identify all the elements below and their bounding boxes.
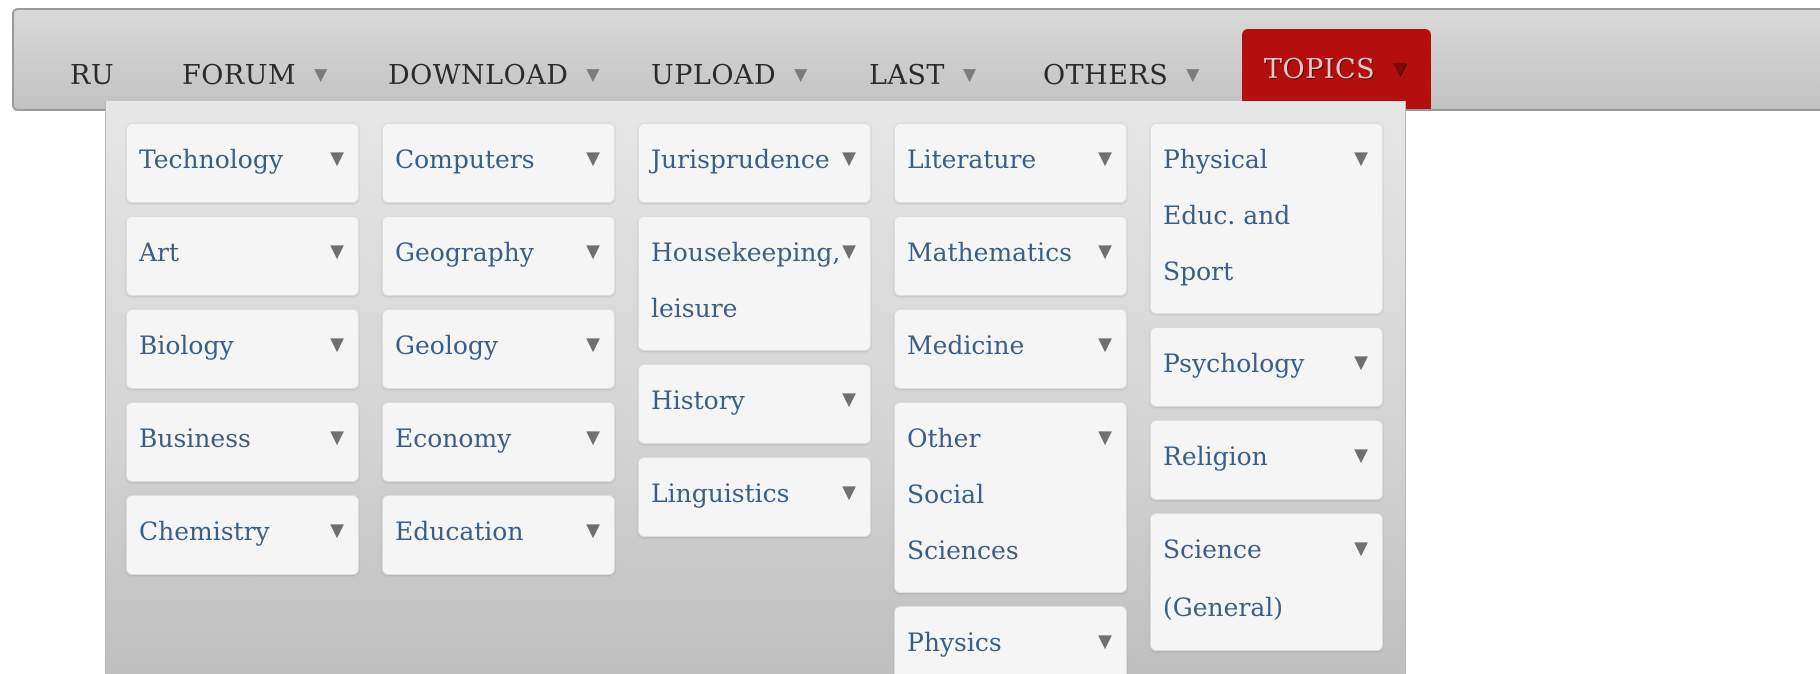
topic-item-label: Religion <box>1163 442 1268 471</box>
topic-item-history[interactable]: History ▼ <box>638 364 871 444</box>
chevron-down-icon: ▼ <box>330 520 344 541</box>
chevron-down-icon: ▼ <box>586 520 600 541</box>
nav-item-others[interactable]: OTHERS ▼ <box>1043 41 1200 109</box>
top-navigation-bar: RU FORUM ▼ DOWNLOAD ▼ UPLOAD ▼ LAST ▼ OT… <box>12 8 1820 111</box>
chevron-down-icon: ▼ <box>842 148 856 169</box>
topic-item-label: Jurisprudence <box>651 145 830 174</box>
chevron-down-icon: ▼ <box>586 334 600 355</box>
chevron-down-icon: ▼ <box>314 65 328 85</box>
topic-item-science-general[interactable]: Science (General) ▼ <box>1150 513 1383 651</box>
topic-item-label: Education <box>395 517 524 546</box>
topic-item-computers[interactable]: Computers ▼ <box>382 123 615 203</box>
topic-item-education[interactable]: Education ▼ <box>382 495 615 575</box>
topics-column-1: Technology ▼ Art ▼ Biology ▼ Business ▼ Chemistr… <box>126 123 359 575</box>
topic-item-psychology[interactable]: Psychology ▼ <box>1150 327 1383 407</box>
topic-item-art[interactable]: Art ▼ <box>126 216 359 296</box>
nav-item-label: DOWNLOAD <box>388 59 569 91</box>
nav-item-last[interactable]: LAST ▼ <box>869 41 977 109</box>
nav-item-forum[interactable]: FORUM ▼ <box>182 41 328 109</box>
chevron-down-icon: ▼ <box>1098 427 1112 448</box>
topic-item-business[interactable]: Business ▼ <box>126 402 359 482</box>
nav-item-label: TOPICS <box>1264 53 1376 85</box>
chevron-down-icon: ▼ <box>1354 352 1368 373</box>
topic-item-literature[interactable]: Literature ▼ <box>894 123 1127 203</box>
chevron-down-icon: ▼ <box>794 65 808 85</box>
chevron-down-icon: ▼ <box>586 65 600 85</box>
chevron-down-icon: ▼ <box>330 334 344 355</box>
topic-item-geography[interactable]: Geography ▼ <box>382 216 615 296</box>
topic-item-label: Housekeeping, leisure <box>651 238 841 323</box>
chevron-down-icon: ▼ <box>1098 334 1112 355</box>
topic-item-physics[interactable]: Physics ▼ <box>894 606 1127 674</box>
chevron-down-icon: ▼ <box>330 148 344 169</box>
topic-item-label: Psychology <box>1163 349 1305 378</box>
topic-item-linguistics[interactable]: Linguistics ▼ <box>638 457 871 537</box>
topic-item-label: Linguistics <box>651 479 790 508</box>
topic-item-religion[interactable]: Religion ▼ <box>1150 420 1383 500</box>
topic-item-label: Geography <box>395 238 534 267</box>
topic-item-housekeeping-leisure[interactable]: Housekeeping, leisure ▼ <box>638 216 871 351</box>
topic-item-label: Physical Educ. and Sport <box>1163 145 1291 286</box>
topic-item-biology[interactable]: Biology ▼ <box>126 309 359 389</box>
topic-item-label: Mathematics <box>907 238 1072 267</box>
chevron-down-icon: ▼ <box>1098 241 1112 262</box>
topic-item-physical-educ-and-sport[interactable]: Physical Educ. and Sport ▼ <box>1150 123 1383 314</box>
topic-item-other-social-sciences[interactable]: Other Social Sciences ▼ <box>894 402 1127 593</box>
topic-item-label: Economy <box>395 424 512 453</box>
topic-item-label: Technology <box>139 145 283 174</box>
nav-item-label: UPLOAD <box>651 59 777 91</box>
nav-item-download[interactable]: DOWNLOAD ▼ <box>388 41 600 109</box>
chevron-down-icon: ▼ <box>1098 631 1112 652</box>
topic-item-label: Chemistry <box>139 517 270 546</box>
topics-column-5: Physical Educ. and Sport ▼ Psychology ▼ Reli… <box>1150 123 1383 651</box>
topic-item-label: Art <box>139 238 180 267</box>
page: RU FORUM ▼ DOWNLOAD ▼ UPLOAD ▼ LAST ▼ OT… <box>0 0 1820 674</box>
topic-item-medicine[interactable]: Medicine ▼ <box>894 309 1127 389</box>
nav-item-label: RU <box>70 59 115 91</box>
topic-item-mathematics[interactable]: Mathematics ▼ <box>894 216 1127 296</box>
chevron-down-icon: ▼ <box>586 148 600 169</box>
topic-item-label: Physics <box>907 628 1002 657</box>
chevron-down-icon: ▼ <box>1354 538 1368 559</box>
chevron-down-icon: ▼ <box>586 241 600 262</box>
topics-dropdown-panel: Technology ▼ Art ▼ Biology ▼ Business ▼ Chemistr… <box>105 101 1406 674</box>
chevron-down-icon: ▼ <box>842 482 856 503</box>
chevron-down-icon: ▼ <box>1098 148 1112 169</box>
chevron-down-icon: ▼ <box>586 427 600 448</box>
topic-item-label: Business <box>139 424 251 453</box>
nav-item-label: LAST <box>869 59 945 91</box>
topics-column-3: Jurisprudence ▼ Housekeeping, leisure ▼ Hist… <box>638 123 871 537</box>
topic-item-economy[interactable]: Economy ▼ <box>382 402 615 482</box>
chevron-down-icon: ▼ <box>842 389 856 410</box>
topic-item-label: Other Social Sciences <box>907 424 1019 565</box>
nav-item-label: OTHERS <box>1043 59 1169 91</box>
nav-item-upload[interactable]: UPLOAD ▼ <box>651 41 808 109</box>
chevron-down-icon: ▼ <box>1354 445 1368 466</box>
topics-column-2: Computers ▼ Geography ▼ Geology ▼ Economy ▼ Educ… <box>382 123 615 575</box>
topics-column-4: Literature ▼ Mathematics ▼ Medicine ▼ Other So… <box>894 123 1127 674</box>
topic-item-geology[interactable]: Geology ▼ <box>382 309 615 389</box>
nav-item-topics[interactable]: TOPICS ▼ <box>1242 29 1431 109</box>
chevron-down-icon: ▼ <box>330 427 344 448</box>
nav-item-label: FORUM <box>182 59 297 91</box>
topic-item-chemistry[interactable]: Chemistry ▼ <box>126 495 359 575</box>
topic-item-technology[interactable]: Technology ▼ <box>126 123 359 203</box>
topic-item-label: Medicine <box>907 331 1025 360</box>
nav-item-ru[interactable]: RU <box>70 41 114 109</box>
topic-item-jurisprudence[interactable]: Jurisprudence ▼ <box>638 123 871 203</box>
chevron-down-icon: ▼ <box>330 241 344 262</box>
topic-item-label: Literature <box>907 145 1037 174</box>
topic-item-label: History <box>651 386 745 415</box>
topic-item-label: Computers <box>395 145 535 174</box>
chevron-down-icon: ▼ <box>1186 65 1200 85</box>
chevron-down-icon: ▼ <box>842 241 856 262</box>
topic-item-label: Science (General) <box>1163 535 1284 622</box>
topic-item-label: Biology <box>139 331 234 360</box>
chevron-down-icon: ▼ <box>1354 148 1368 169</box>
topic-item-label: Geology <box>395 331 498 360</box>
chevron-down-icon: ▼ <box>1393 59 1407 79</box>
chevron-down-icon: ▼ <box>962 65 977 85</box>
